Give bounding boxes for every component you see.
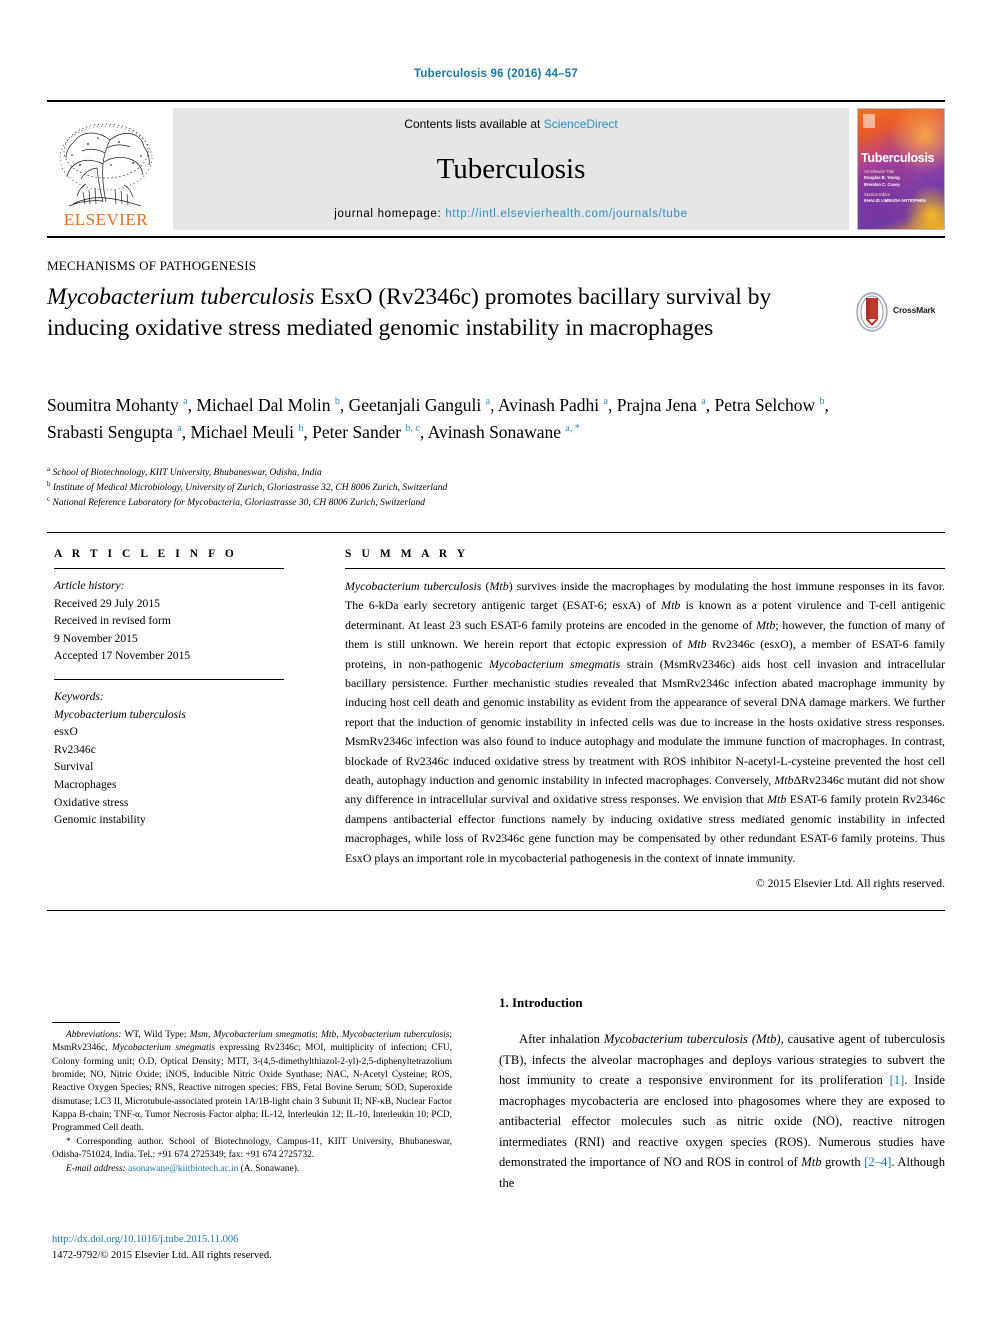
author-affiliation-marker: a bbox=[701, 396, 706, 408]
author-affiliation-marker: a, * bbox=[565, 422, 580, 434]
cover-title: Tuberculosis bbox=[861, 151, 935, 165]
introduction-heading: 1. Introduction bbox=[499, 995, 583, 1010]
cover-publisher-mark-icon bbox=[863, 114, 875, 128]
article-info-rule bbox=[54, 568, 284, 569]
elsevier-wordmark: ELSEVIER bbox=[63, 210, 149, 229]
crossmark-badge-group[interactable]: CrossMark bbox=[855, 292, 955, 338]
affiliation-item: b Institute of Medical Microbiology, Uni… bbox=[47, 479, 448, 493]
keywords-label: Keywords: bbox=[54, 690, 104, 704]
info-block-bottom-rule bbox=[47, 910, 945, 911]
article-info-separator bbox=[54, 679, 284, 681]
elsevier-tree-icon bbox=[59, 123, 153, 207]
article-history-item: Accepted 17 November 2015 bbox=[54, 649, 191, 663]
author-affiliation-marker: a bbox=[177, 422, 182, 434]
cover-line-5: KHALID LIMBADA ANTIOPHEN bbox=[864, 198, 926, 204]
contents-prefix: Contents lists available at bbox=[404, 117, 544, 131]
author-name: Avinash Sonawane bbox=[427, 421, 566, 442]
sciencedirect-link[interactable]: ScienceDirect bbox=[544, 117, 618, 131]
keywords-group: Keywords: Mycobacterium tuberculosis esxO… bbox=[54, 688, 284, 829]
keyword-item: Survival bbox=[54, 760, 94, 774]
keyword-item: Genomic instability bbox=[54, 813, 146, 827]
footnote-block: Abbreviations: WT, Wild Type; Msm, Mycob… bbox=[52, 1029, 452, 1177]
article-history-item: Received in revised form bbox=[54, 614, 171, 628]
journal-band: Contents lists available at ScienceDirec… bbox=[173, 108, 849, 230]
author-list: Soumitra Mohanty a, Michael Dal Molin b,… bbox=[47, 395, 829, 442]
keyword-item: Rv2346c bbox=[54, 742, 96, 756]
crossmark-icon bbox=[856, 292, 888, 332]
journal-cover-thumbnail[interactable]: Tuberculosis An Elsevier Title Douglas B… bbox=[857, 108, 945, 230]
article-history-group: Article history: Received 29 July 2015 Re… bbox=[54, 577, 284, 665]
author-affiliation-marker: a bbox=[183, 396, 188, 408]
section-label: MECHANISMS OF PATHOGENESIS bbox=[47, 258, 257, 273]
affiliation-item: a School of Biotechnology, KIIT Universi… bbox=[47, 464, 322, 478]
issn-copyright-line: 1472-9792/© 2015 Elsevier Ltd. All right… bbox=[52, 1249, 272, 1261]
journal-title: Tuberculosis bbox=[436, 153, 586, 185]
title-italic-species: Mycobacterium tuberculosis bbox=[47, 284, 315, 310]
author-affiliation-marker: a bbox=[485, 396, 491, 408]
email-label: E-mail address: bbox=[66, 1164, 126, 1175]
journal-homepage-line: journal homepage: http://intl.elsevierhe… bbox=[334, 208, 687, 220]
email-note: E-mail address: asonawane@kiitbiotech.ac… bbox=[52, 1163, 452, 1176]
cover-line-3: Brendan C. Casey bbox=[864, 181, 900, 187]
introduction-body: After inhalation Mycobacterium tuberculo… bbox=[499, 1029, 945, 1193]
author-name: Michael Meuli bbox=[190, 421, 299, 442]
article-history-item: Received 29 July 2015 bbox=[54, 596, 160, 610]
masthead-top-rule bbox=[47, 100, 945, 102]
corresponding-author-note: * Corresponding author. School of Biotec… bbox=[52, 1136, 452, 1161]
abbreviations-note: Abbreviations: WT, Wild Type; Msm, Mycob… bbox=[52, 1030, 453, 1134]
doi-link[interactable]: http://dx.doi.org/10.1016/j.tube.2015.11… bbox=[52, 1232, 472, 1248]
keyword-item: Macrophages bbox=[54, 778, 117, 792]
journal-masthead: ELSEVIER Contents lists available at Sci… bbox=[47, 100, 945, 238]
author-affiliation-marker: a bbox=[603, 396, 608, 408]
article-info-heading: A R T I C L E I N F O bbox=[54, 548, 238, 560]
summary-column: S U M M A R Y Mycobacterium tuberculosis… bbox=[345, 548, 945, 890]
cover-subtitle-block: An Elsevier Title Douglas B. Young Brend… bbox=[864, 169, 926, 204]
masthead-bottom-rule bbox=[47, 236, 945, 238]
summary-heading: S U M M A R Y bbox=[345, 548, 469, 560]
introduction-paragraph: After inhalation Mycobacterium tuberculo… bbox=[499, 1032, 946, 1190]
author-name: Michael Dal Molin bbox=[196, 395, 335, 415]
keyword-item: Oxidative stress bbox=[54, 795, 129, 809]
article-info-column: A R T I C L E I N F O Article history: R… bbox=[54, 548, 284, 843]
doi-block: http://dx.doi.org/10.1016/j.tube.2015.11… bbox=[52, 1232, 472, 1264]
journal-homepage-link[interactable]: http://intl.elsevierhealth.com/journals/… bbox=[445, 208, 687, 220]
email-link[interactable]: asonawane@kiitbiotech.ac.in bbox=[128, 1164, 238, 1174]
copyright-line: © 2015 Elsevier Ltd. All rights reserved… bbox=[755, 877, 945, 891]
affiliation-item: c National Reference Laboratory for Myco… bbox=[47, 494, 425, 508]
homepage-prefix: journal homepage: bbox=[334, 208, 446, 220]
elsevier-logo: ELSEVIER bbox=[47, 108, 165, 230]
info-block-top-rule bbox=[47, 532, 945, 533]
author-affiliation-marker: b, c bbox=[405, 422, 420, 434]
author-name: Soumitra Mohanty bbox=[47, 395, 184, 415]
author-name: Prajna Jena bbox=[616, 395, 702, 415]
author-affiliation-marker: b bbox=[334, 396, 340, 408]
summary-rule bbox=[345, 568, 945, 569]
article-history-label: Article history: bbox=[54, 579, 125, 592]
author-name: Peter Sander bbox=[312, 421, 406, 442]
cover-line-2: Douglas B. Young bbox=[864, 175, 900, 181]
author-name: Srabasti Sengupta bbox=[47, 421, 178, 442]
footnote-rule bbox=[52, 1022, 120, 1023]
running-head: Tuberculosis 96 (2016) 44–57 bbox=[414, 68, 578, 80]
email-suffix: (A. Sonawane). bbox=[240, 1164, 300, 1175]
author-name: Petra Selchow bbox=[714, 395, 820, 415]
abstract-text: Mycobacterium tuberculosis (Mtb) survive… bbox=[345, 579, 946, 865]
affiliation-list: a School of Biotechnology, KIIT Universi… bbox=[47, 464, 867, 510]
author-affiliation-marker: b bbox=[298, 422, 304, 434]
author-name: Geetanjali Ganguli bbox=[348, 395, 486, 415]
journal-article-page: Tuberculosis 96 (2016) 44–57 ELSEVIER Co… bbox=[0, 0, 992, 1323]
author-name: Avinash Padhi bbox=[497, 395, 604, 415]
title-block: Mycobacterium tuberculosis EsxO (Rv2346c… bbox=[47, 282, 807, 344]
article-history-item: 9 November 2015 bbox=[54, 631, 138, 645]
keyword-item: esxO bbox=[54, 725, 78, 739]
contents-list-line: Contents lists available at ScienceDirec… bbox=[404, 117, 617, 131]
author-affiliation-marker: b bbox=[819, 396, 825, 408]
page-title: Mycobacterium tuberculosis EsxO (Rv2346c… bbox=[47, 282, 807, 344]
crossmark-label: CrossMark bbox=[893, 305, 936, 315]
keyword-item: Mycobacterium tuberculosis bbox=[54, 707, 186, 721]
